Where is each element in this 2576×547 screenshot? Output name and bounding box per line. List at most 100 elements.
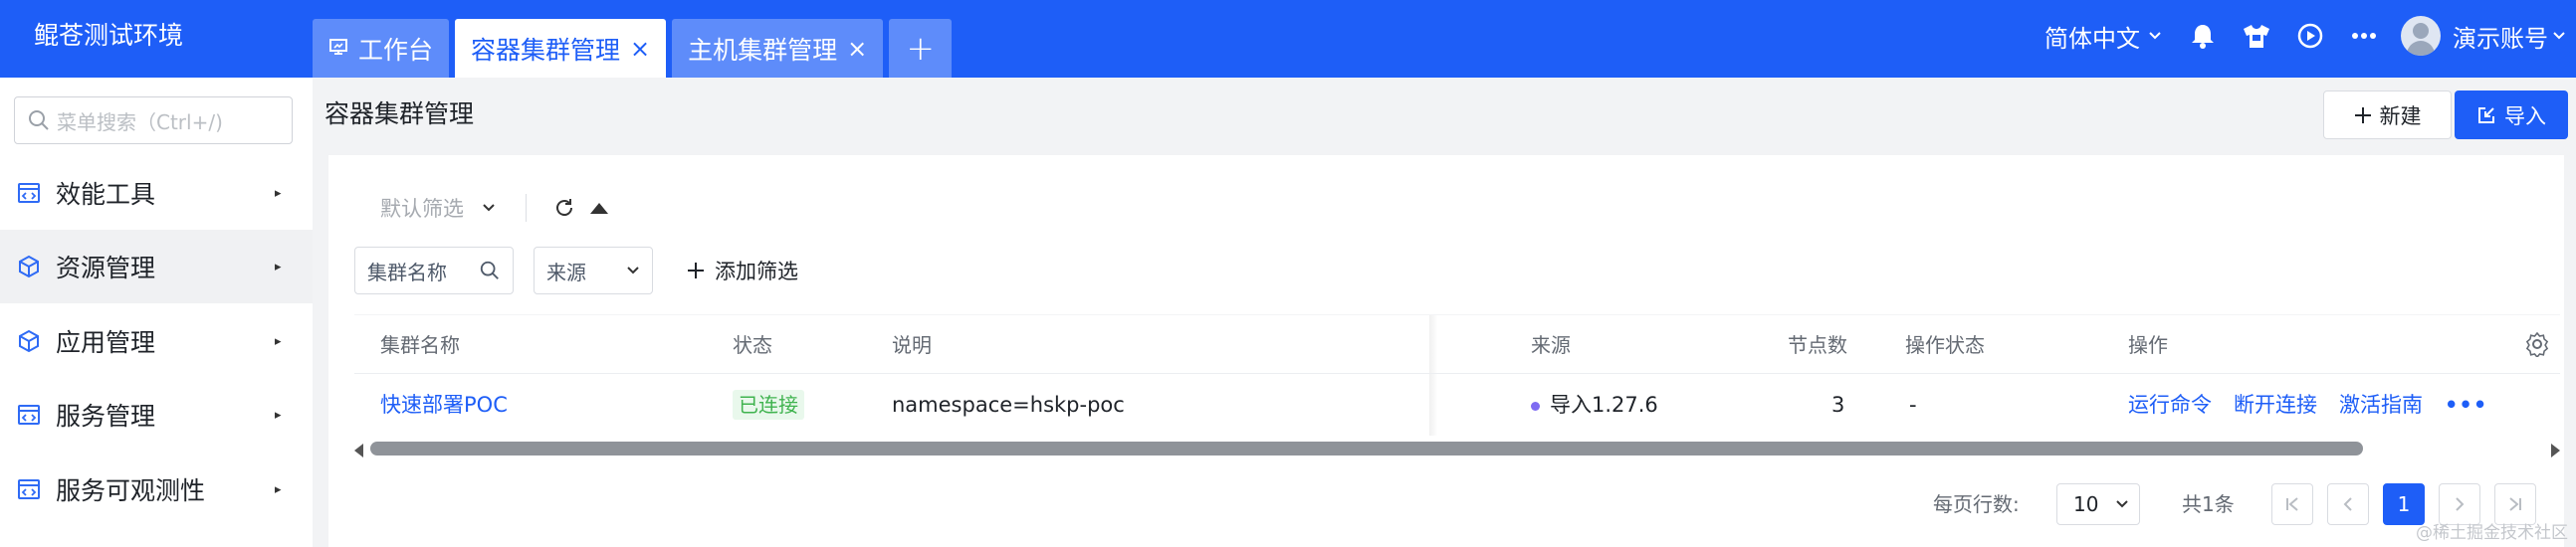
scroll-right-icon[interactable] bbox=[2551, 444, 2560, 457]
first-page-icon bbox=[2286, 497, 2298, 511]
import-icon bbox=[2478, 106, 2494, 123]
tab-host-cluster[interactable]: 主机集群管理 × bbox=[672, 19, 884, 78]
caret-right-icon: ▸ bbox=[275, 333, 282, 349]
source-dot-icon bbox=[1531, 401, 1540, 411]
cluster-name-filter[interactable]: 集群名称 bbox=[354, 247, 514, 294]
pagination: 每页行数: 10 共1条 1 bbox=[328, 481, 2564, 527]
cube-icon bbox=[16, 328, 42, 354]
caret-right-icon: ▸ bbox=[275, 259, 282, 274]
refresh-icon[interactable] bbox=[550, 194, 578, 222]
caret-right-icon: ▸ bbox=[275, 407, 282, 423]
status-cell: 已连接 bbox=[733, 374, 804, 436]
page-title: 容器集群管理 bbox=[324, 99, 475, 128]
plus-icon bbox=[2354, 106, 2371, 123]
column-header-nodes[interactable]: 节点数 bbox=[1788, 315, 1847, 375]
code-window-icon bbox=[16, 402, 42, 428]
more-icon[interactable] bbox=[2347, 19, 2381, 53]
language-selector[interactable]: 简体中文 bbox=[2044, 19, 2162, 54]
activation-guide-link[interactable]: 激活指南 bbox=[2339, 374, 2423, 436]
close-icon[interactable]: × bbox=[847, 35, 867, 63]
watermark: @稀土掘金技术社区 bbox=[2416, 523, 2568, 543]
gear-icon[interactable] bbox=[2524, 331, 2550, 362]
page-header: 容器集群管理 bbox=[313, 78, 2576, 155]
default-filter-label: 默认筛选 bbox=[380, 197, 464, 221]
close-icon[interactable]: × bbox=[630, 35, 650, 63]
sidebar-item-label: 应用管理 bbox=[56, 328, 156, 357]
header-tools: 简体中文 演示账号 bbox=[2044, 0, 2576, 72]
scrollbar-thumb[interactable] bbox=[370, 442, 2363, 456]
more-actions-icon[interactable]: ••• bbox=[2445, 374, 2487, 436]
column-header-description[interactable]: 说明 bbox=[892, 315, 932, 375]
shirt-icon[interactable] bbox=[2240, 19, 2273, 53]
table-header: 集群名称 状态 说明 来源 节点数 操作状态 操作 bbox=[354, 314, 2560, 374]
menu-search-placeholder: 菜单搜索（Ctrl+/) bbox=[57, 109, 223, 134]
sidebar-item-label: 服务可观测性 bbox=[56, 476, 206, 505]
language-label: 简体中文 bbox=[2044, 24, 2140, 53]
horizontal-scrollbar[interactable] bbox=[354, 438, 2560, 461]
bell-icon[interactable] bbox=[2186, 19, 2220, 53]
page-size-value: 10 bbox=[2073, 492, 2099, 516]
cluster-name-link[interactable]: 快速部署POC bbox=[380, 374, 508, 436]
monitor-icon bbox=[328, 34, 348, 63]
filter-fields: 集群名称 来源 添加筛选 bbox=[354, 247, 798, 294]
column-header-op-status[interactable]: 操作状态 bbox=[1905, 315, 1985, 375]
page-size-select[interactable]: 10 bbox=[2056, 483, 2140, 525]
user-menu[interactable]: 演示账号 bbox=[2453, 19, 2566, 54]
code-window-icon bbox=[16, 476, 42, 502]
sidebar-item-application-management[interactable]: 应用管理 ▸ bbox=[0, 304, 313, 378]
chevron-down-icon bbox=[627, 267, 639, 274]
sidebar: 菜单搜索（Ctrl+/) 效能工具 ▸ 资源管理 ▸ 应用管理 ▸ 服务管理 ▸… bbox=[0, 78, 313, 547]
caret-right-icon: ▸ bbox=[275, 185, 282, 201]
row-actions: 运行命令 断开连接 激活指南 ••• bbox=[2128, 374, 2487, 436]
tab-strip: 工作台 容器集群管理 × 主机集群管理 × + bbox=[313, 19, 953, 78]
tab-workbench[interactable]: 工作台 bbox=[313, 19, 450, 78]
sidebar-item-service-observability[interactable]: 服务可观测性 ▸ bbox=[0, 453, 313, 526]
sidebar-item-efficiency-tools[interactable]: 效能工具 ▸ bbox=[0, 156, 313, 230]
collapse-filter-icon[interactable] bbox=[590, 202, 608, 214]
source-filter[interactable]: 来源 bbox=[534, 247, 653, 294]
column-header-source[interactable]: 来源 bbox=[1531, 315, 1571, 375]
sidebar-item-resource-management[interactable]: 资源管理 ▸ bbox=[0, 230, 313, 303]
add-filter-button[interactable]: 添加筛选 bbox=[687, 256, 798, 285]
table-row: 快速部署POC 已连接 namespace=hskp-poc 导入1.27.6 … bbox=[354, 374, 2560, 436]
app-title: 鲲苍测试环境 bbox=[34, 21, 184, 50]
sidebar-item-service-management[interactable]: 服务管理 ▸ bbox=[0, 378, 313, 452]
first-page-button[interactable] bbox=[2271, 483, 2313, 525]
new-button[interactable]: 新建 bbox=[2323, 91, 2452, 139]
top-bar: 鲲苍测试环境 工作台 容器集群管理 × 主机集群管理 × + 简体中文 演示账号 bbox=[0, 0, 2576, 78]
description-cell: namespace=hskp-poc bbox=[892, 393, 1125, 417]
column-header-name[interactable]: 集群名称 bbox=[380, 315, 460, 375]
disconnect-link[interactable]: 断开连接 bbox=[2234, 374, 2317, 436]
prev-page-button[interactable] bbox=[2327, 483, 2369, 525]
tab-label: 容器集群管理 bbox=[471, 35, 621, 65]
last-page-icon bbox=[2509, 497, 2521, 511]
page-size-label: 每页行数: bbox=[1933, 492, 2020, 516]
source-cell: 导入1.27.6 bbox=[1531, 374, 1658, 436]
default-filter-select[interactable]: 默认筛选 bbox=[354, 193, 496, 223]
import-button-label: 导入 bbox=[2504, 103, 2546, 128]
divider bbox=[526, 194, 527, 222]
add-tab-button[interactable]: + bbox=[889, 19, 953, 78]
column-header-actions: 操作 bbox=[2128, 333, 2168, 357]
import-button[interactable]: 导入 bbox=[2455, 91, 2568, 139]
sidebar-item-label: 服务管理 bbox=[56, 402, 156, 431]
tab-container-cluster[interactable]: 容器集群管理 × bbox=[455, 19, 667, 78]
avatar[interactable] bbox=[2401, 16, 2441, 56]
search-icon bbox=[480, 261, 499, 279]
menu-search-input[interactable]: 菜单搜索（Ctrl+/) bbox=[14, 96, 293, 144]
sidebar-item-label: 资源管理 bbox=[56, 254, 156, 282]
source-value: 导入1.27.6 bbox=[1550, 393, 1658, 417]
add-filter-label: 添加筛选 bbox=[715, 260, 798, 283]
run-command-link[interactable]: 运行命令 bbox=[2128, 374, 2212, 436]
cluster-name-filter-label: 集群名称 bbox=[367, 260, 447, 284]
column-header-status[interactable]: 状态 bbox=[733, 315, 772, 375]
chevron-right-icon bbox=[2456, 497, 2465, 511]
scroll-left-icon[interactable] bbox=[354, 444, 363, 457]
op-status-cell: - bbox=[1909, 393, 1917, 417]
play-circle-icon[interactable] bbox=[2293, 19, 2327, 53]
cluster-list-card: 默认筛选 集群名称 来源 添加筛选 集群名称 状态 说明 来源 节点数 操作状态… bbox=[328, 155, 2564, 547]
caret-right-icon: ▸ bbox=[275, 481, 282, 497]
new-button-label: 新建 bbox=[2379, 103, 2422, 128]
plus-icon: + bbox=[906, 28, 936, 69]
cluster-table: 集群名称 状态 说明 来源 节点数 操作状态 操作 快速部署POC 已连接 na… bbox=[354, 314, 2560, 436]
